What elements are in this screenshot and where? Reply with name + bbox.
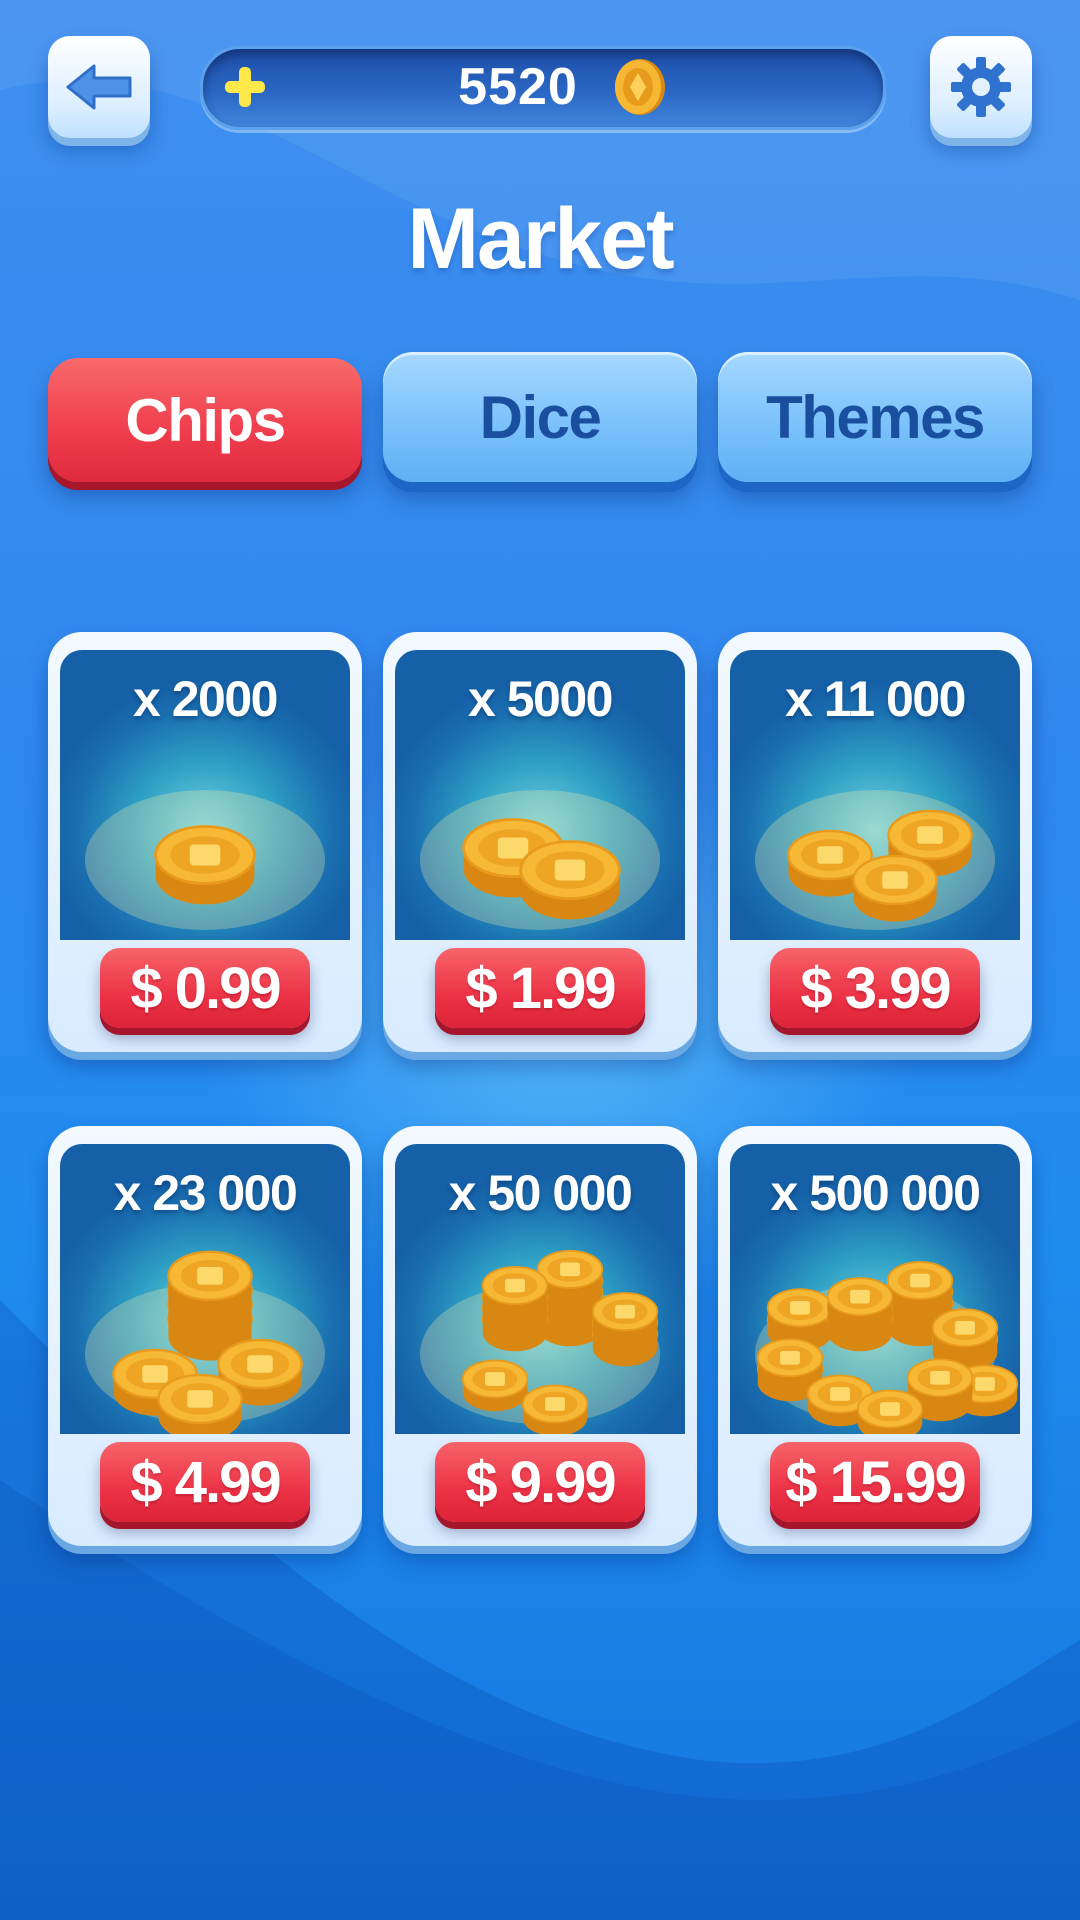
- back-button[interactable]: [48, 36, 150, 138]
- product-quantity: x 500 000: [770, 1165, 981, 1221]
- coin-stack-icon: [420, 1249, 660, 1434]
- coin-stack-icon: [755, 790, 995, 930]
- page-title: Market: [407, 191, 674, 287]
- price-button[interactable]: $ 3.99: [770, 948, 980, 1028]
- coin-balance-value: 5520: [458, 58, 578, 116]
- tab-themes[interactable]: Themes: [718, 352, 1032, 482]
- price-button[interactable]: $ 0.99: [100, 948, 310, 1028]
- product-card-3[interactable]: x 11 000 $ 3.99: [718, 632, 1032, 1052]
- product-quantity: x 5000: [468, 671, 613, 727]
- product-card-5[interactable]: x 50 000 $ 9.99: [383, 1126, 697, 1546]
- product-quantity: x 11 000: [785, 671, 966, 727]
- product-quantity: x 50 000: [448, 1165, 633, 1221]
- settings-button[interactable]: [930, 36, 1032, 138]
- coin-stack-icon: [85, 1250, 325, 1434]
- coin-icon: [615, 59, 665, 115]
- product-card-1[interactable]: x 2000 $ 0.99: [48, 632, 362, 1052]
- coin-stack-icon: [85, 790, 325, 930]
- tab-dice[interactable]: Dice: [383, 352, 697, 482]
- product-card-4[interactable]: x 23 000 $ 4.99: [48, 1126, 362, 1546]
- coin-balance-bar: 5520: [200, 46, 886, 130]
- product-art: x 11 000: [730, 650, 1020, 940]
- product-art: x 23 000: [60, 1144, 350, 1434]
- price-button[interactable]: $ 1.99: [435, 948, 645, 1028]
- product-quantity: x 23 000: [113, 1165, 298, 1221]
- product-card-6[interactable]: x 500 000 $ 15.99: [718, 1126, 1032, 1546]
- tab-chips[interactable]: Chips: [48, 358, 362, 482]
- product-art: x 5000: [395, 650, 685, 940]
- product-quantity: x 2000: [133, 671, 278, 727]
- price-button[interactable]: $ 9.99: [435, 1442, 645, 1522]
- product-card-2[interactable]: x 5000 $ 1.99: [383, 632, 697, 1052]
- coin-stack-icon: [420, 790, 660, 930]
- gear-icon: [951, 57, 1011, 117]
- price-button[interactable]: $ 4.99: [100, 1442, 310, 1522]
- price-button[interactable]: $ 15.99: [770, 1442, 980, 1522]
- back-arrow-icon: [66, 64, 132, 110]
- product-art: x 2000: [60, 650, 350, 940]
- coin-stack-icon: [755, 1260, 1019, 1434]
- product-art: x 50 000: [395, 1144, 685, 1434]
- product-art: x 500 000: [730, 1144, 1020, 1434]
